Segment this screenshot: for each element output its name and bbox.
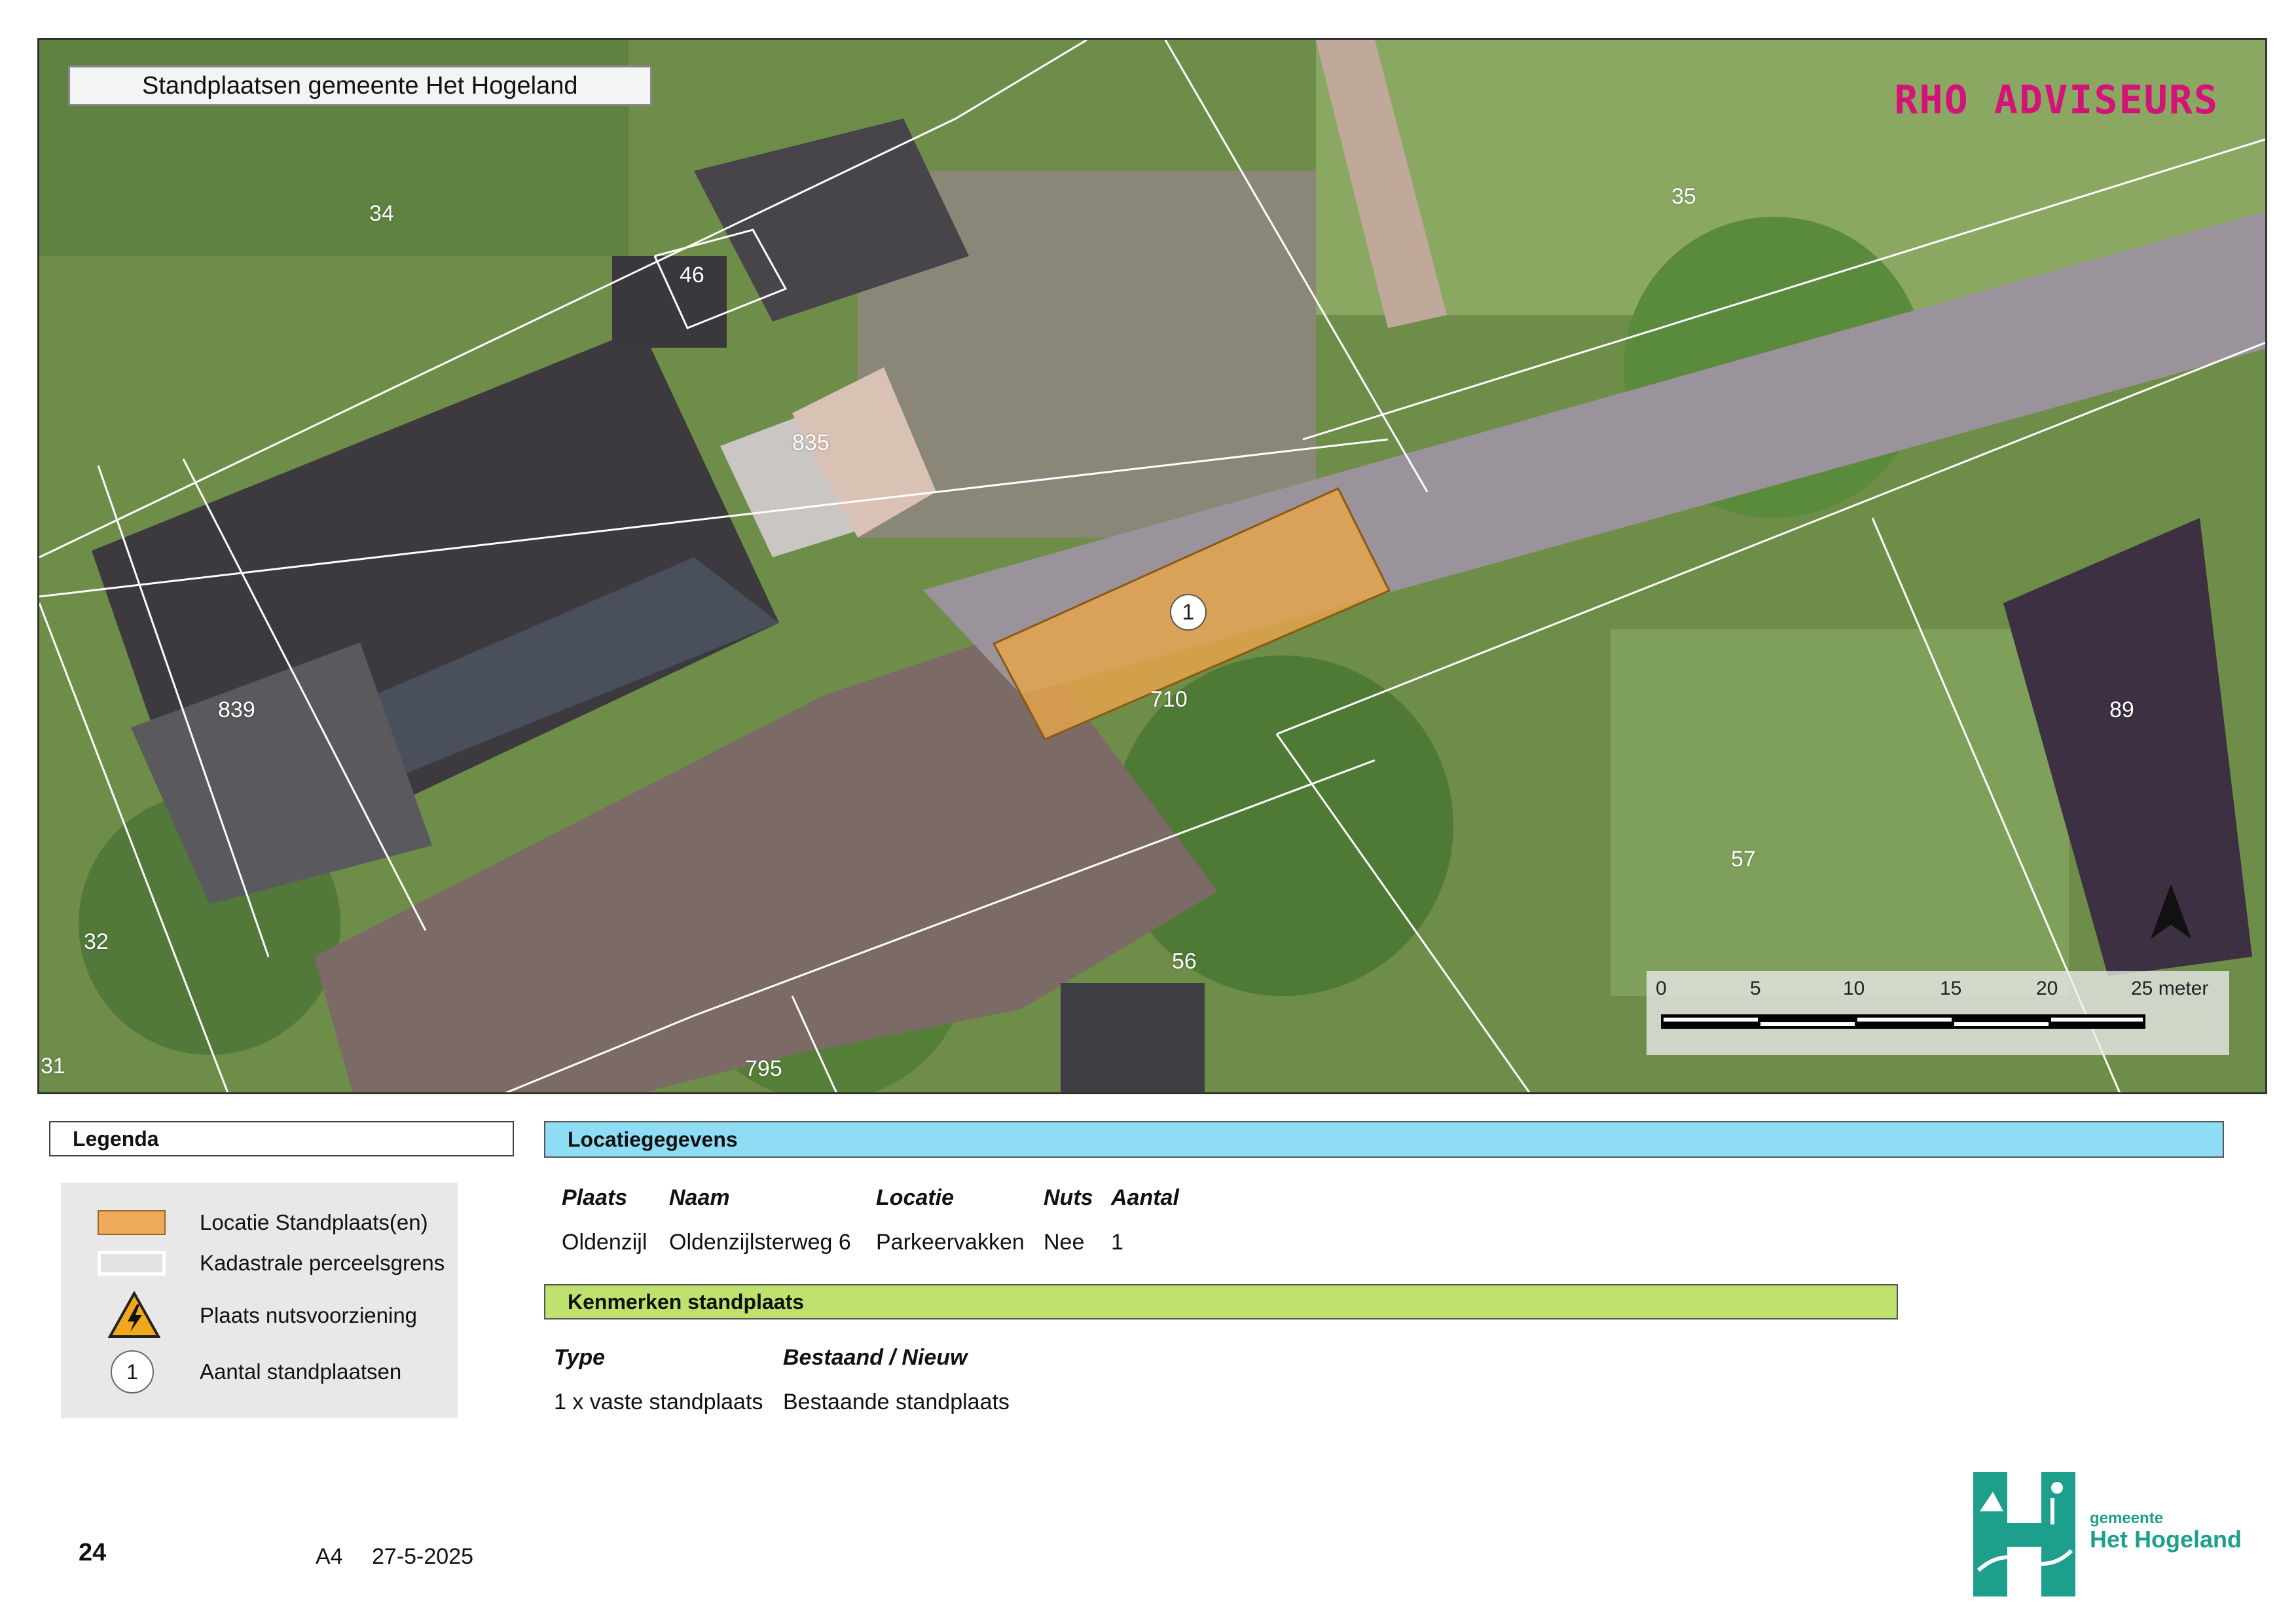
table-cell: Bestaande standplaats: [783, 1390, 1010, 1414]
gemeente-name: Het Hogeland: [2090, 1526, 2242, 1553]
scale-tick-label: 0: [1656, 978, 1667, 999]
gemeente-label: gemeente: [2090, 1509, 2164, 1527]
parcel-label: 839: [218, 697, 255, 722]
table-cell: Oldenzijlsterweg 6: [669, 1230, 851, 1255]
scale-tick-label: 5: [1750, 978, 1761, 999]
scale-tick-label: 20: [2036, 978, 2058, 999]
legend-label: Locatie Standplaats(en): [200, 1210, 428, 1234]
scale-tick-label: 25 meter: [2131, 978, 2209, 999]
standplaats-count-marker[interactable]: 1: [1170, 594, 1207, 631]
legend-panel: Locatie Standplaats(en) Kadastrale perce…: [61, 1183, 458, 1418]
parcel-label: 89: [2109, 697, 2134, 722]
column-header: Aantal: [1111, 1185, 1179, 1210]
standplaats-area: [992, 487, 1391, 741]
paper-size: A4: [316, 1544, 343, 1569]
column-header: Naam: [669, 1185, 730, 1210]
parcel-label: 57: [1731, 847, 1756, 872]
scale-tick-label: 15: [1940, 978, 1962, 999]
scale-bar: 0 5 10 15 20 25 meter: [1647, 971, 2229, 1055]
north-arrow-icon: [2151, 884, 2191, 939]
column-header: Plaats: [562, 1185, 628, 1210]
warning-electric-icon: [108, 1291, 160, 1338]
parcel-label: 31: [41, 1054, 65, 1079]
table-cell: Oldenzijl: [562, 1230, 647, 1255]
legend-label: Aantal standplaatsen: [200, 1359, 402, 1384]
legend-label: Kadastrale perceelsgrens: [200, 1251, 445, 1275]
document-date: 27-5-2025: [372, 1544, 474, 1569]
orange-rect-icon: [98, 1210, 166, 1235]
column-header: Locatie: [876, 1185, 955, 1210]
scale-tick-label: 10: [1843, 978, 1865, 999]
count-circle-icon: 1: [111, 1350, 154, 1393]
scale-bar-graphic: [1661, 1014, 2145, 1029]
parcel-label: 32: [84, 929, 109, 954]
het-hogeland-logo-icon: [1973, 1472, 2075, 1596]
map-frame[interactable]: 1 34 46 835 839 35 710 89 57 32 56 31 79…: [37, 38, 2267, 1094]
table-cell: 1: [1111, 1230, 1123, 1255]
locatiegegevens-heading: Locatiegegevens: [544, 1121, 2224, 1158]
kenmerken-heading: Kenmerken standplaats: [544, 1284, 1898, 1320]
page-number: 24: [79, 1539, 107, 1566]
column-header: Nuts: [1044, 1185, 1093, 1210]
table-cell: 1 x vaste standplaats: [554, 1390, 763, 1414]
legend-label: Plaats nutsvoorziening: [200, 1303, 418, 1327]
table-cell: Parkeervakken: [876, 1230, 1025, 1255]
parcel-label: 34: [369, 201, 394, 226]
parcel-label: 795: [745, 1056, 782, 1081]
parcel-label: 35: [1671, 184, 1696, 209]
table-cell: Nee: [1044, 1230, 1085, 1255]
rho-adviseurs-logo: RHO ADVISEURS: [1894, 77, 2219, 123]
parcel-boundary-icon: [98, 1251, 166, 1276]
legend-heading: Legenda: [49, 1121, 514, 1156]
parcel-label: 56: [1172, 949, 1197, 974]
parcel-label: 46: [680, 263, 704, 287]
column-header: Type: [554, 1345, 606, 1370]
column-header: Bestaand / Nieuw: [783, 1345, 968, 1370]
map-title: Standplaatsen gemeente Het Hogeland: [68, 65, 652, 106]
parcel-label: 710: [1150, 687, 1188, 712]
parcel-label: 835: [792, 430, 829, 455]
